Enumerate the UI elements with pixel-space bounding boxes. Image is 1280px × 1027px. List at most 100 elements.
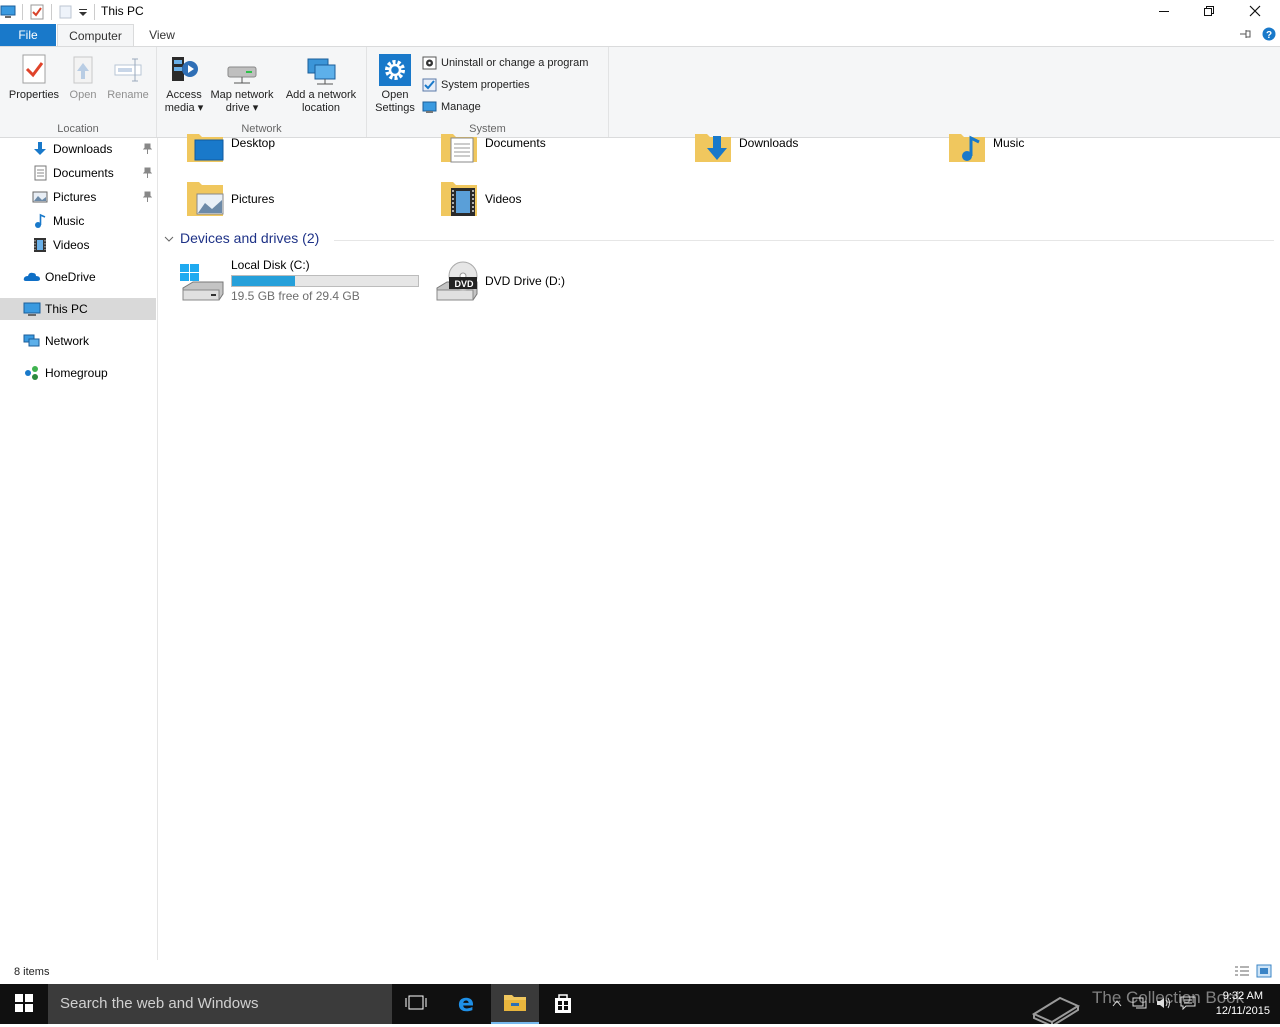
nav-label-videos: Videos — [53, 238, 90, 252]
tab-view[interactable]: View — [140, 24, 184, 46]
show-hidden-icons-chevron-icon[interactable] — [1112, 998, 1122, 1010]
downloads-icon — [32, 141, 48, 157]
pictures-folder-icon — [185, 178, 225, 218]
desktop-folder-icon — [185, 126, 225, 166]
pin-icon[interactable] — [142, 191, 153, 202]
navigation-pane: Downloads Documents Pictures Music Video… — [0, 138, 158, 960]
nav-item-homegroup[interactable]: Homegroup — [0, 362, 156, 384]
volume-icon[interactable] — [1156, 996, 1172, 1013]
edge-taskbar-button[interactable]: e — [442, 984, 490, 1024]
network-tray-icon[interactable] — [1132, 996, 1148, 1013]
devices-section-header[interactable]: Devices and drives (2) — [164, 230, 319, 246]
pin-icon[interactable] — [142, 143, 153, 154]
folder-pictures[interactable]: Pictures — [185, 178, 425, 228]
settings-gear-icon — [379, 53, 411, 87]
system-properties-button[interactable]: System properties — [422, 75, 530, 95]
folder-music[interactable]: Music — [947, 126, 1187, 176]
clock-time: 9:32 AM — [1222, 990, 1264, 1002]
close-button[interactable] — [1232, 0, 1278, 22]
rename-button[interactable]: Rename — [104, 53, 152, 102]
nav-item-documents[interactable]: Documents — [0, 162, 156, 184]
folder-documents[interactable]: Documents — [439, 126, 679, 176]
properties-button[interactable]: Properties — [6, 53, 62, 102]
access-media-button[interactable]: Access media ▾ — [163, 53, 205, 115]
properties-label: Properties — [8, 89, 60, 101]
nav-label-network: Network — [45, 334, 90, 348]
action-center-icon[interactable] — [1180, 996, 1196, 1013]
taskbar-clock[interactable]: 9:32 AM 12/11/2015 — [1216, 989, 1270, 1019]
properties-quick-icon[interactable] — [29, 4, 45, 20]
tab-file[interactable]: File — [0, 24, 56, 46]
open-icon — [67, 53, 99, 87]
uninstall-icon — [422, 56, 437, 70]
details-view-icon[interactable] — [1234, 965, 1250, 980]
drive-free-space-c: 19.5 GB free of 29.4 GB — [231, 289, 360, 303]
this-pc-icon[interactable] — [0, 4, 16, 20]
uninstall-program-button[interactable]: Uninstall or change a program — [422, 53, 588, 73]
open-button[interactable]: Open — [64, 53, 102, 102]
nav-item-onedrive[interactable]: OneDrive — [0, 266, 156, 288]
nav-item-this-pc[interactable]: This PC — [0, 298, 156, 320]
drive-dvd-d[interactable]: DVD DVD Drive (D:) — [433, 258, 673, 304]
file-explorer-taskbar-button[interactable] — [491, 984, 539, 1024]
file-explorer-icon — [503, 992, 527, 1015]
rename-label: Rename — [107, 89, 149, 101]
help-icon[interactable]: ? — [1262, 27, 1276, 44]
pin-ribbon-icon[interactable] — [1239, 28, 1253, 43]
restore-button[interactable] — [1186, 0, 1232, 22]
music-icon — [32, 213, 48, 229]
watermark-book-icon — [1030, 984, 1082, 1027]
folder-desktop[interactable]: Desktop — [185, 126, 425, 176]
store-bag-icon — [552, 992, 574, 1017]
svg-text:e: e — [458, 992, 474, 1014]
nav-item-pictures[interactable]: Pictures — [0, 186, 156, 208]
nav-item-music[interactable]: Music — [0, 210, 156, 232]
access-media-dropdown-icon: ▾ — [197, 102, 204, 114]
nav-label-music: Music — [53, 214, 85, 228]
downloads-folder-icon — [693, 126, 733, 166]
access-media-icon — [168, 53, 200, 87]
manage-button[interactable]: Manage — [422, 97, 481, 117]
open-settings-label-1: Open — [381, 89, 409, 101]
system-tray — [1112, 984, 1196, 1024]
folder-videos[interactable]: Videos — [439, 178, 679, 228]
open-settings-button[interactable]: Open Settings — [373, 53, 417, 115]
network-icon — [23, 333, 40, 349]
nav-item-videos[interactable]: Videos — [0, 234, 156, 256]
large-icons-view-icon[interactable] — [1256, 964, 1272, 981]
nav-label-onedrive: OneDrive — [45, 270, 96, 284]
drive-label-c: Local Disk (C:) — [231, 258, 310, 272]
map-network-drive-button[interactable]: Map network drive ▾ — [207, 53, 277, 115]
access-media-label-2: media — [164, 102, 195, 114]
access-media-label-1: Access — [166, 89, 202, 101]
tab-computer[interactable]: Computer — [57, 24, 134, 46]
nav-label-homegroup: Homegroup — [45, 366, 108, 380]
ribbon: Properties Open Rename Location Access m… — [0, 46, 1280, 138]
minimize-button[interactable] — [1141, 0, 1187, 22]
start-button[interactable] — [0, 984, 48, 1024]
add-network-location-button[interactable]: Add a network location — [281, 53, 361, 115]
ribbon-tabs: File Computer View ? — [0, 24, 1280, 46]
local-disk-icon — [179, 260, 225, 305]
nav-label-downloads: Downloads — [53, 142, 113, 156]
new-folder-quick-icon[interactable] — [58, 4, 74, 20]
manage-icon — [422, 100, 437, 114]
nav-item-downloads[interactable]: Downloads — [0, 138, 156, 160]
rename-icon — [112, 53, 144, 87]
folder-downloads[interactable]: Downloads — [693, 126, 933, 176]
customize-toolbar-dropdown-icon[interactable] — [78, 4, 88, 20]
map-network-drive-label-1: Map network — [210, 89, 274, 101]
taskbar-search-box[interactable]: Search the web and Windows — [48, 984, 392, 1024]
store-taskbar-button[interactable] — [539, 984, 587, 1024]
taskbar: Search the web and Windows e The Collect… — [0, 984, 1280, 1027]
folder-label-desktop: Desktop — [231, 136, 276, 150]
music-folder-icon — [947, 126, 987, 166]
pin-icon[interactable] — [142, 167, 153, 178]
add-network-location-icon — [305, 53, 337, 87]
content-area: Desktop Documents Downloads Music Pictur… — [159, 134, 1280, 960]
documents-icon — [32, 165, 48, 181]
open-settings-label-2: Settings — [375, 102, 415, 114]
task-view-button[interactable] — [392, 984, 440, 1024]
quick-access-toolbar — [0, 3, 101, 21]
nav-item-network[interactable]: Network — [0, 330, 156, 352]
